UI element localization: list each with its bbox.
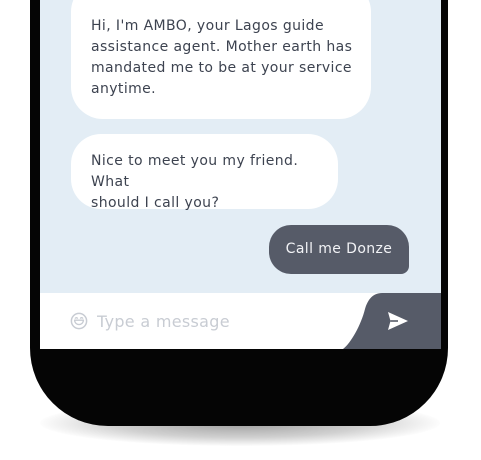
user-message-bubble: Call me Donze xyxy=(269,225,409,274)
message-composer xyxy=(40,293,441,349)
message-line: mandated me to be at your service xyxy=(91,60,352,76)
smiley-face-icon[interactable] xyxy=(70,312,88,330)
paper-plane-icon xyxy=(388,312,408,330)
agent-message-bubble: Hi, I'm AMBO, your Lagos guide assistanc… xyxy=(71,0,371,119)
message-line: should I call you? xyxy=(91,195,220,211)
send-button[interactable] xyxy=(343,293,441,349)
message-line: assistance agent. Mother earth has xyxy=(91,39,353,55)
message-line: anytime. xyxy=(91,81,157,97)
message-input[interactable] xyxy=(97,307,337,335)
agent-message-bubble: Nice to meet you my friend. What should … xyxy=(71,134,338,211)
chat-screen: Hi, I'm AMBO, your Lagos guide assistanc… xyxy=(40,0,441,349)
stage: Hi, I'm AMBO, your Lagos guide assistanc… xyxy=(0,0,481,460)
user-message-text: Call me Donze xyxy=(285,241,393,257)
message-line: Hi, I'm AMBO, your Lagos guide xyxy=(91,18,324,34)
message-line: Nice to meet you my friend. What xyxy=(91,153,299,190)
